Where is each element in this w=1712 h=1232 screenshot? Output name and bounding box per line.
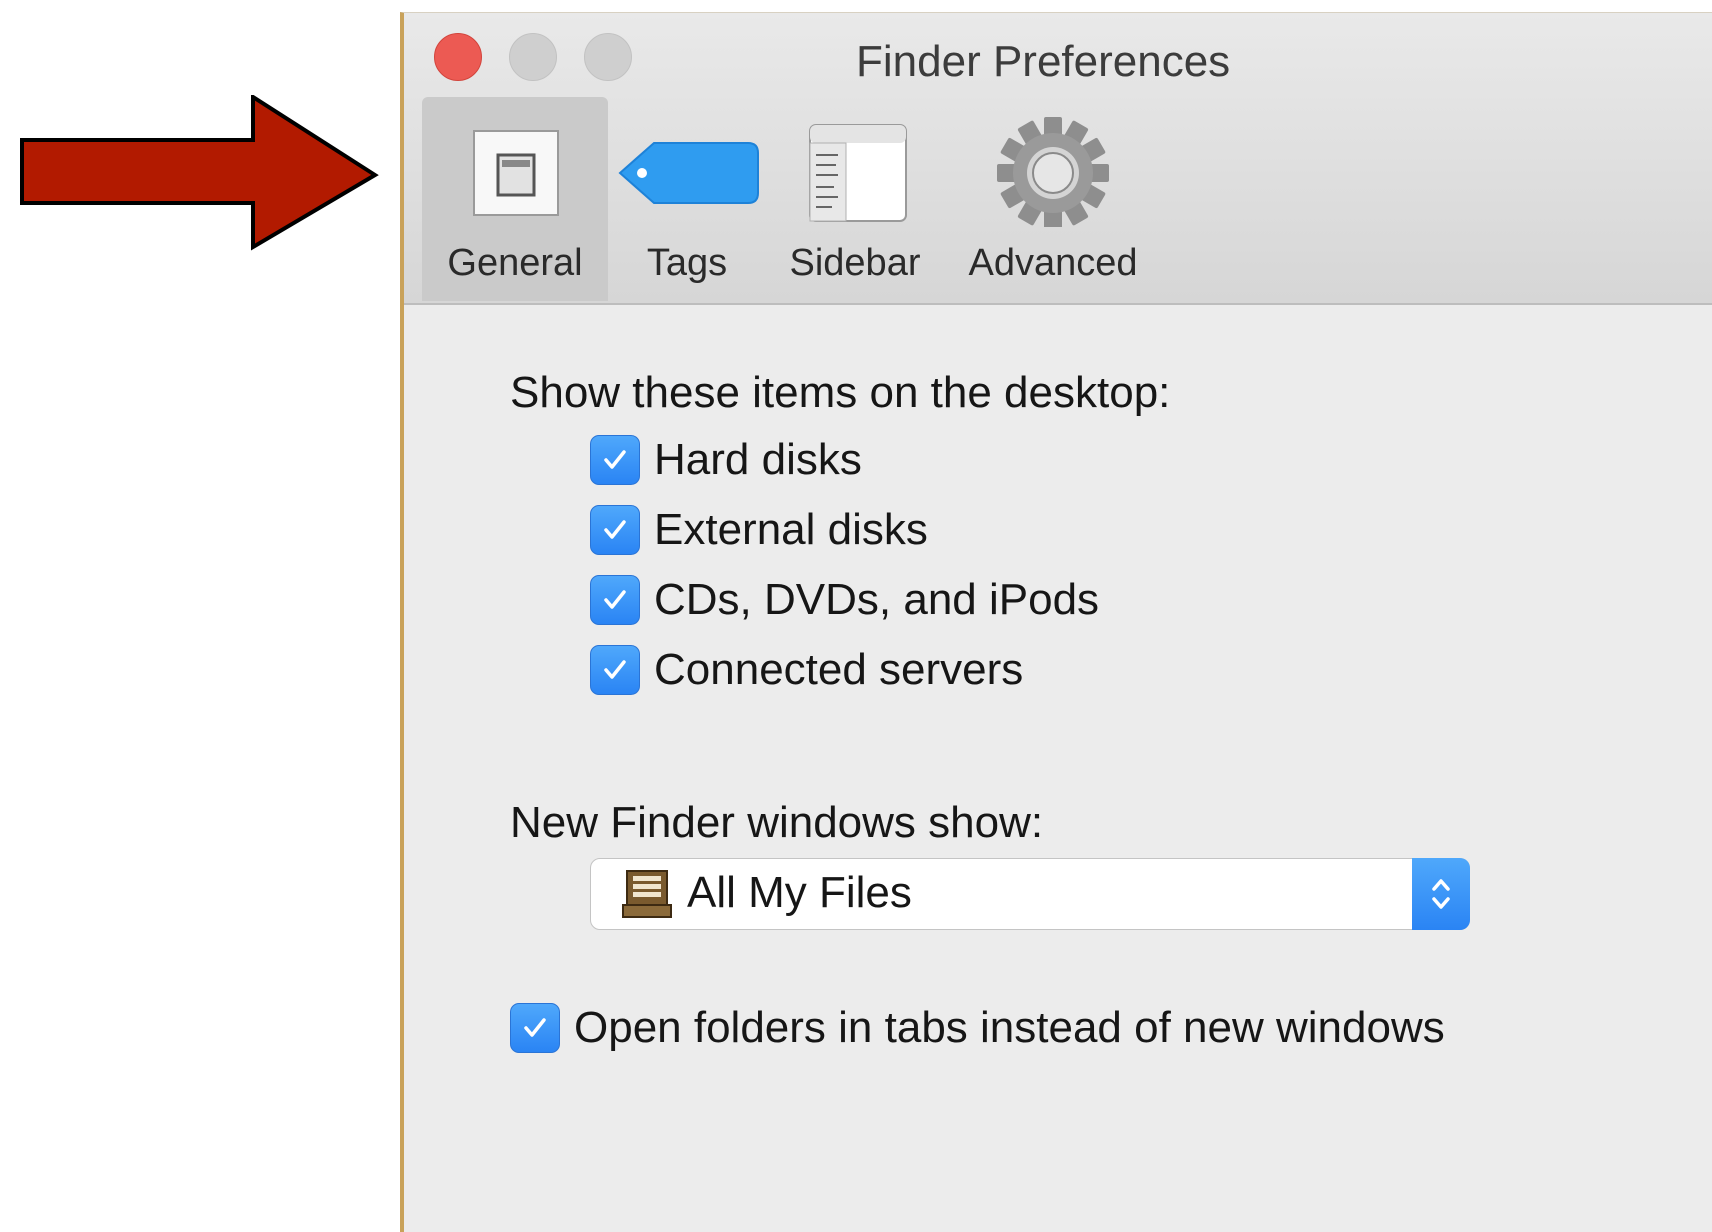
tab-label: Sidebar: [789, 242, 921, 284]
checkmark-icon: [604, 450, 626, 469]
external-disks-checkbox-row[interactable]: External disks: [590, 503, 928, 557]
cds-dvds-ipods-label: CDs, DVDs, and iPods: [654, 575, 1100, 624]
new-window-label: New Finder windows show:: [510, 798, 1044, 847]
checkmark-icon: [604, 590, 626, 609]
open-in-tabs-checkbox-row[interactable]: Open folders in tabs instead of new wind…: [510, 1001, 1445, 1055]
connected-servers-checkbox[interactable]: [590, 645, 640, 695]
checkmark-icon: [524, 1018, 546, 1037]
hard-disks-checkbox[interactable]: [590, 435, 640, 485]
all-my-files-icon: [622, 870, 672, 918]
annotation-arrow-icon: [20, 95, 379, 251]
desktop-items-label: Show these items on the desktop:: [510, 368, 1171, 417]
gear-icon: [997, 117, 1109, 227]
connected-servers-label: Connected servers: [654, 645, 1024, 694]
checkmark-icon: [604, 660, 626, 679]
sidebar-icon: [809, 124, 907, 222]
cds-dvds-ipods-checkbox-row[interactable]: CDs, DVDs, and iPods: [590, 573, 1099, 627]
zoom-button[interactable]: [584, 33, 632, 81]
popup-chevron-updown-icon[interactable]: [1412, 858, 1470, 930]
finder-preferences-window: Finder Preferences General Tags Sidebar …: [400, 12, 1712, 1232]
hard-disks-label: Hard disks: [654, 435, 862, 484]
tab-tags[interactable]: Tags: [612, 97, 762, 301]
open-in-tabs-label: Open folders in tabs instead of new wind…: [574, 1003, 1445, 1052]
external-disks-checkbox[interactable]: [590, 505, 640, 555]
popup-selected-value: All My Files: [687, 868, 912, 917]
tab-general[interactable]: General: [422, 97, 608, 301]
switch-icon: [473, 130, 559, 216]
tab-label: General: [447, 242, 583, 284]
external-disks-label: External disks: [654, 505, 928, 554]
cds-dvds-ipods-checkbox[interactable]: [590, 575, 640, 625]
checkmark-icon: [604, 520, 626, 539]
toolbar: Finder Preferences General Tags Sidebar …: [404, 13, 1712, 305]
tab-sidebar[interactable]: Sidebar: [766, 97, 944, 301]
connected-servers-checkbox-row[interactable]: Connected servers: [590, 643, 1023, 697]
tag-icon: [618, 142, 759, 204]
tab-label: Tags: [646, 242, 728, 284]
close-button[interactable]: [434, 33, 482, 81]
hard-disks-checkbox-row[interactable]: Hard disks: [590, 433, 862, 487]
open-in-tabs-checkbox[interactable]: [510, 1003, 560, 1053]
window-title: Finder Preferences: [856, 37, 1231, 86]
minimize-button[interactable]: [509, 33, 557, 81]
tab-advanced[interactable]: Advanced: [948, 97, 1158, 301]
new-window-popup[interactable]: All My Files: [590, 858, 1470, 930]
tab-label: Advanced: [968, 242, 1138, 284]
